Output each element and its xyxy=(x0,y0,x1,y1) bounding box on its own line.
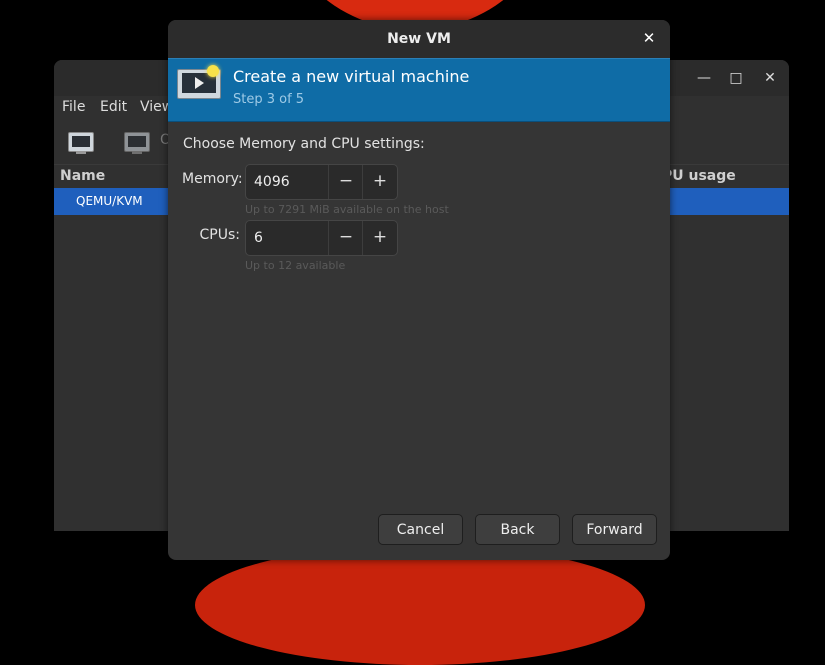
forward-button[interactable]: Forward xyxy=(572,514,657,545)
memory-decrement-button[interactable]: − xyxy=(328,165,363,199)
close-icon[interactable]: ✕ xyxy=(760,68,780,88)
close-icon[interactable]: ✕ xyxy=(640,29,658,47)
cancel-button[interactable]: Cancel xyxy=(378,514,463,545)
minimize-icon[interactable]: — xyxy=(694,68,714,88)
new-vm-icon xyxy=(177,65,221,103)
cpus-increment-button[interactable]: + xyxy=(362,221,397,255)
connection-name: QEMU/KVM xyxy=(76,194,143,208)
cpus-input[interactable] xyxy=(246,221,328,255)
new-vm-icon[interactable] xyxy=(68,132,94,154)
menu-file[interactable]: File xyxy=(62,99,85,115)
monitor-icon[interactable] xyxy=(124,132,150,154)
settings-prompt: Choose Memory and CPU settings: xyxy=(183,136,425,152)
cpus-spinbox: − + xyxy=(245,220,398,256)
back-button[interactable]: Back xyxy=(475,514,560,545)
memory-increment-button[interactable]: + xyxy=(362,165,397,199)
wizard-banner: Create a new virtual machine Step 3 of 5 xyxy=(168,58,670,122)
memory-input[interactable] xyxy=(246,165,328,199)
memory-hint: Up to 7291 MiB available on the host xyxy=(245,203,449,216)
column-cpu-usage-header[interactable]: PU usage xyxy=(662,168,736,184)
memory-spinbox: − + xyxy=(245,164,398,200)
dialog-titlebar: New VM ✕ xyxy=(168,20,670,58)
wallpaper-sun-bottom xyxy=(195,545,645,665)
step-indicator: Step 3 of 5 xyxy=(233,92,305,107)
banner-title: Create a new virtual machine xyxy=(233,67,470,86)
cpus-label: CPUs: xyxy=(199,227,240,243)
maximize-icon[interactable]: □ xyxy=(726,68,746,88)
memory-label: Memory: xyxy=(182,171,243,187)
dialog-title: New VM xyxy=(387,31,451,47)
column-name-header[interactable]: Name xyxy=(60,168,105,184)
menu-edit[interactable]: Edit xyxy=(100,99,127,115)
cpus-decrement-button[interactable]: − xyxy=(328,221,363,255)
cpus-hint: Up to 12 available xyxy=(245,259,346,272)
new-vm-dialog: New VM ✕ Create a new virtual machine St… xyxy=(168,20,670,560)
